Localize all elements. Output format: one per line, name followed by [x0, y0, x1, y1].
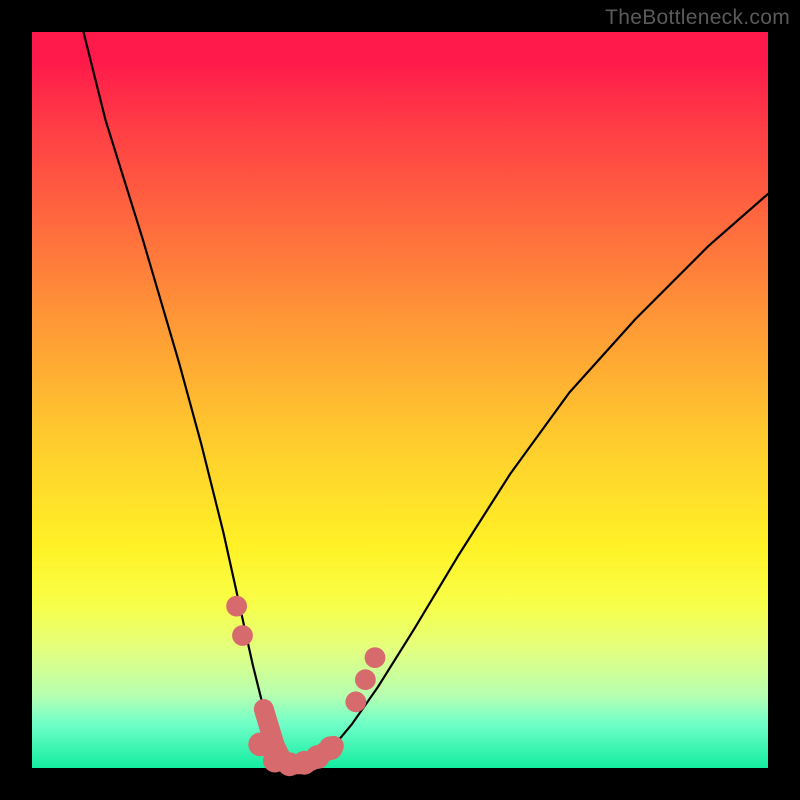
bottleneck-curve: [32, 32, 768, 768]
plot-area: [32, 32, 768, 768]
watermark-text: TheBottleneck.com: [605, 6, 790, 30]
chart-frame: TheBottleneck.com: [0, 0, 800, 800]
